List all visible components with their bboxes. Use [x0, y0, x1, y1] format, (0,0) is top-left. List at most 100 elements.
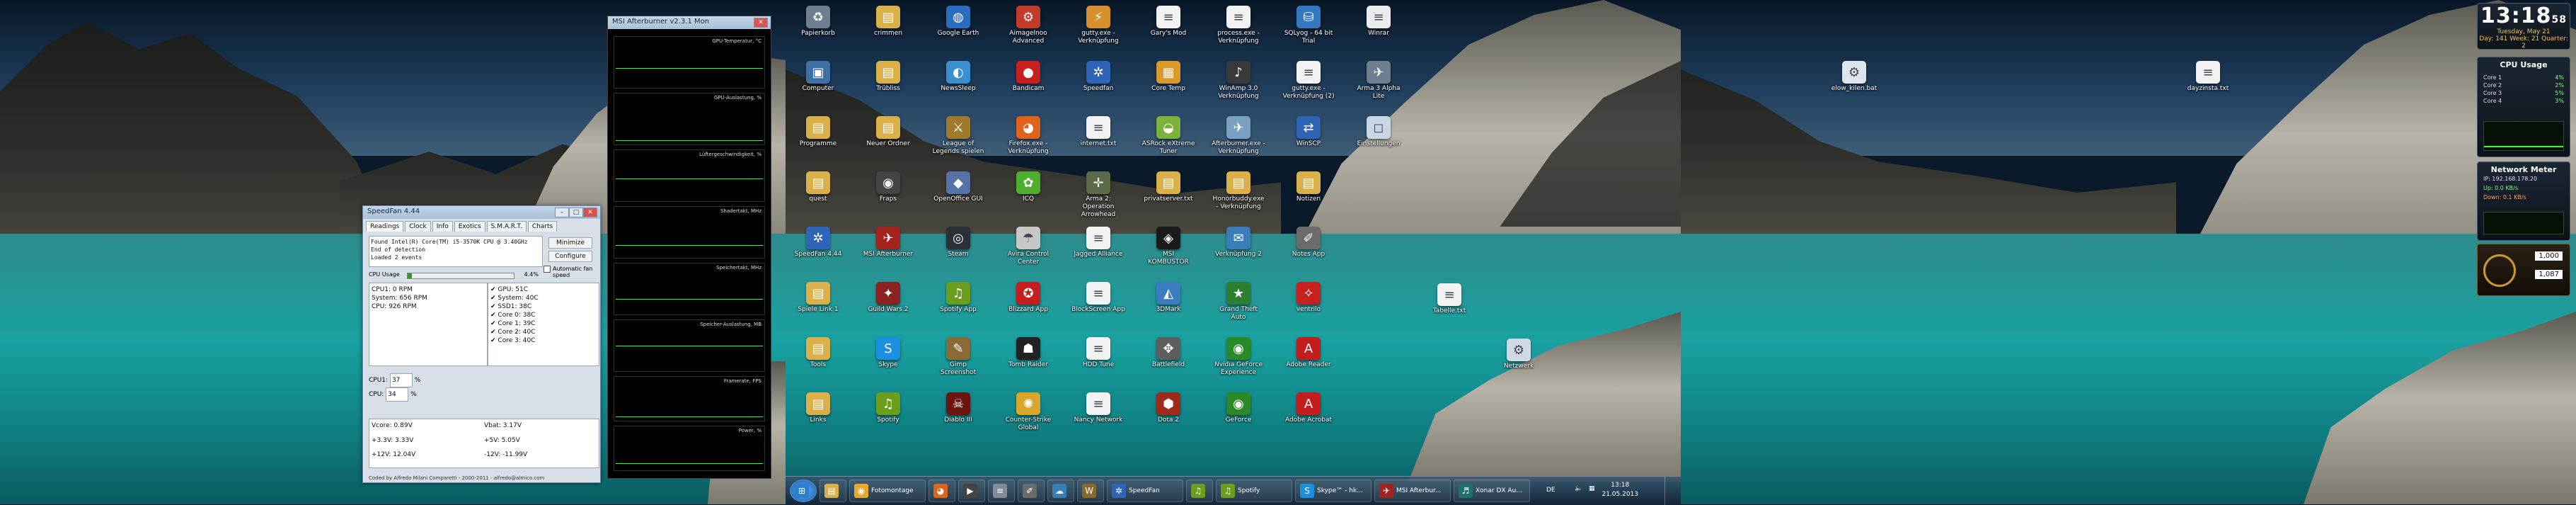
desktop-icon[interactable]: ✲ SpeedFan 4.44: [791, 227, 845, 259]
desktop-icon[interactable]: ◻ Einstellungen: [1352, 116, 1405, 148]
desktop-icon[interactable]: ▤ Spiele Link 1: [791, 282, 845, 314]
desktop-icon[interactable]: ◉ Nvidia GeForce Experience: [1212, 337, 1265, 377]
desktop-icon[interactable]: ▣ Computer: [791, 61, 845, 93]
speedfan-titlebar[interactable]: SpeedFan 4.44 – □ ✕: [363, 206, 600, 219]
speed-spinner[interactable]: 37: [389, 373, 413, 387]
speedfan-window[interactable]: SpeedFan 4.44 – □ ✕ Readings Clock Info …: [362, 205, 601, 483]
desktop-icon[interactable]: ✐ Notes App: [1282, 227, 1335, 259]
taskbar-button[interactable]: ▤: [820, 480, 846, 502]
desktop-icon[interactable]: ≡ Jagged Alliance: [1071, 227, 1125, 259]
taskbar-button[interactable]: ♫ Spotify: [1216, 480, 1292, 502]
desktop-icon[interactable]: ✿ ICQ: [1001, 171, 1055, 203]
desktop-icon[interactable]: ✛ Arma 2: Operation Arrowhead: [1071, 171, 1125, 219]
desktop-icon[interactable]: ♫ Spotify: [861, 392, 915, 424]
tab-clock[interactable]: Clock: [405, 221, 431, 232]
desktop-icon[interactable]: ✈ Arma 3 Alpha Lite: [1352, 61, 1405, 101]
desktop-icon[interactable]: ◒ ASRock eXtreme Tuner: [1142, 116, 1195, 156]
desktop-icon[interactable]: ☗ Tomb Raider: [1001, 337, 1055, 369]
desktop-icon[interactable]: ♪ WinAmp 3.0 Verknüpfung: [1212, 61, 1265, 101]
desktop-icon[interactable]: ✧ ventrilo: [1282, 282, 1335, 314]
close-window-button[interactable]: ✕: [754, 18, 768, 28]
desktop-icon[interactable]: ▤ Notizen: [1282, 171, 1335, 203]
desktop-icon[interactable]: ◐ NewsSleep: [931, 61, 985, 93]
desktop-icon[interactable]: ✲ Speedfan: [1071, 61, 1125, 93]
desktop-icon[interactable]: ✺ Counter-Strike Global: [1001, 392, 1055, 432]
tray-clock[interactable]: 13:18 21.05.2013: [1602, 481, 1638, 499]
tab-readings[interactable]: Readings: [366, 221, 404, 232]
desktop-icon[interactable]: ▤ Links: [791, 392, 845, 424]
desktop-icon[interactable]: ⇄ WinSCP: [1282, 116, 1335, 148]
cpu-usage-gadget[interactable]: CPU Usage Core 1 4% Core 2 2% Core 3 5% Core 4…: [2477, 57, 2570, 157]
desktop-icon[interactable]: ◉ Fraps: [861, 171, 915, 203]
desktop-icon[interactable]: ♫ Spotify App: [931, 282, 985, 314]
show-desktop-button[interactable]: [1664, 477, 1674, 505]
desktop-icon[interactable]: ✎ Gimp Screenshot: [931, 337, 985, 377]
minimize-window-button[interactable]: –: [555, 208, 569, 217]
desktop-icon[interactable]: ≡ BlockScreen App: [1071, 282, 1125, 314]
auto-fan-checkbox[interactable]: Automatic fan speed: [544, 266, 599, 278]
network-icon[interactable]: ▦: [1589, 485, 1595, 492]
desktop-icon[interactable]: ✈ MSI Afterburner: [861, 227, 915, 259]
clock-gadget[interactable]: 13:1858 Tuesday, May 21 Day: 141 Week: 2…: [2477, 3, 2570, 50]
start-button[interactable]: ⊞: [790, 480, 817, 502]
desktop-icon[interactable]: ◎ Steam: [931, 227, 985, 259]
desktop-icon[interactable]: ⚙ Aimagelnoo Advanced: [1001, 6, 1055, 45]
desktop-icon[interactable]: ≡ Tabelle.txt: [1422, 283, 1476, 315]
desktop-icon[interactable]: ≡ Gary's Mod: [1142, 6, 1195, 38]
desktop-icon[interactable]: ▤ quest: [791, 171, 845, 203]
close-window-button[interactable]: ✕: [583, 208, 597, 217]
desktop-icon[interactable]: ▤ Programme: [791, 116, 845, 148]
tab-exotics[interactable]: Exotics: [454, 221, 485, 232]
speed-spinner[interactable]: 34: [386, 387, 409, 402]
desktop-icon[interactable]: ◭ 3DMark: [1142, 282, 1195, 314]
desktop-icon[interactable]: ▤ crimmen: [861, 6, 915, 38]
desktop-icon[interactable]: ♻ Papierkorb: [791, 6, 845, 38]
desktop-icon[interactable]: ★ Grand Theft Auto: [1212, 282, 1265, 322]
configure-button[interactable]: Configure: [548, 251, 592, 262]
desktop-icon[interactable]: S Skype: [861, 337, 915, 369]
meter-gadget[interactable]: 1,000 1,087: [2477, 244, 2570, 296]
desktop-icon[interactable]: ⚙ Netzwerk: [1492, 339, 1546, 370]
desktop-icon[interactable]: ≡ process.exe - Verknüpfung: [1212, 6, 1265, 45]
desktop-icon[interactable]: ≡ gutty.exe - Verknüpfung (2): [1282, 61, 1335, 101]
desktop-icon[interactable]: ✉ Verknüpfung 2: [1212, 227, 1265, 259]
maximize-window-button[interactable]: □: [569, 208, 583, 217]
desktop-icon[interactable]: ◍ Google Earth: [931, 6, 985, 38]
afterburner-titlebar[interactable]: MSI Afterburner v2.3.1 Mon ✕: [608, 16, 771, 29]
detection-log[interactable]: Found Intel(R) Core(TM) i5-3570K CPU @ 3…: [369, 236, 543, 267]
network-meter-gadget[interactable]: Network Meter IP: 192.168.178.20 Up: 0.0…: [2477, 161, 2570, 241]
desktop-icon[interactable]: ≡ HDD Tune: [1071, 337, 1125, 369]
desktop-icon[interactable]: A Adobe Acrobat: [1282, 392, 1335, 424]
taskbar-button[interactable]: ◕: [928, 480, 955, 502]
desktop-icon[interactable]: A Adobe Reader: [1282, 337, 1335, 369]
desktop-icon[interactable]: ✪ Blizzard App: [1001, 282, 1055, 314]
taskbar-button[interactable]: W: [1077, 480, 1104, 502]
desktop-icon[interactable]: ● Bandicam: [1001, 61, 1055, 93]
tab-info[interactable]: Info: [432, 221, 453, 232]
desktop-icon[interactable]: ⚔ League of Legends spielen: [931, 116, 985, 156]
desktop-icon[interactable]: ≡ Winrar: [1352, 6, 1405, 38]
taskbar-button[interactable]: ◉ Fotomontage: [849, 480, 926, 502]
taskbar-button[interactable]: ▶: [958, 480, 985, 502]
desktop-icon[interactable]: ◕ Firefox.exe - Verknüpfung: [1001, 116, 1055, 156]
desktop-icon[interactable]: ☠ Diablo III: [931, 392, 985, 424]
tab-charts[interactable]: Charts: [527, 221, 558, 232]
volume-icon[interactable]: 🔈: [1575, 485, 1582, 492]
desktop-icon[interactable]: ▤ Tools: [791, 337, 845, 369]
taskbar-button[interactable]: S Skype™ - hk...: [1295, 480, 1372, 502]
taskbar-button[interactable]: ✐: [1018, 480, 1045, 502]
taskbar-button[interactable]: ☁: [1047, 480, 1074, 502]
desktop-icon[interactable]: ◉ GeForce: [1212, 392, 1265, 424]
taskbar-button[interactable]: ✈ MSI Afterbur...: [1374, 480, 1451, 502]
desktop-icon[interactable]: ◈ MSI KOMBUSTOR: [1142, 227, 1195, 266]
desktop-icon[interactable]: ✥ Battlefield: [1142, 337, 1195, 369]
desktop-icon[interactable]: ▤ privatserver.txt: [1142, 171, 1195, 203]
taskbar-button[interactable]: ✲ SpeedFan: [1107, 480, 1183, 502]
desktop-icon[interactable]: ▤ Honorbuddy.exe - Verknüpfung: [1212, 171, 1265, 211]
desktop-icon[interactable]: ⚡ gutty.exe - Verknüpfung: [1071, 6, 1125, 45]
taskbar-button[interactable]: ♬ Xonar DX Au...: [1454, 480, 1530, 502]
desktop-icon[interactable]: ⬢ Dota 2: [1142, 392, 1195, 424]
desktop-icon[interactable]: ☂ Avira Control Center: [1001, 227, 1055, 266]
desktop-icon[interactable]: ⚙ elow_kilen.bat: [1827, 61, 1881, 93]
minimize-button[interactable]: Minimize: [548, 237, 592, 249]
